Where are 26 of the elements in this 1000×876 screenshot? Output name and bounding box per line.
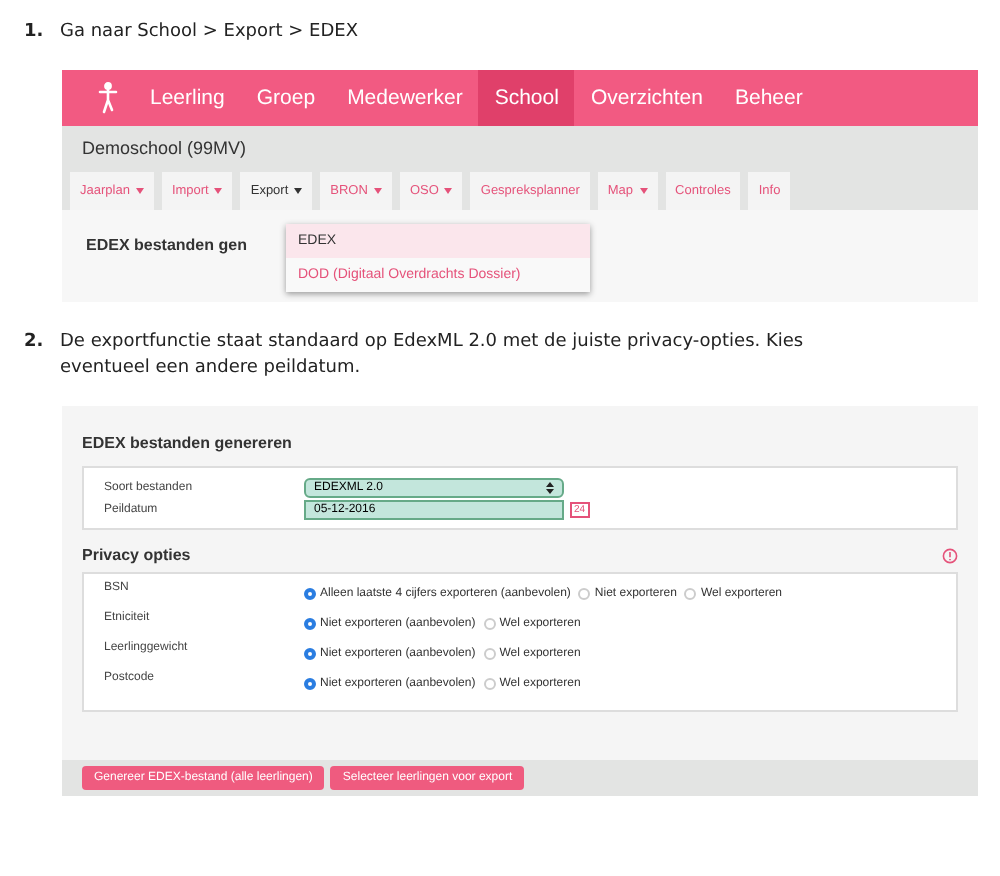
- nav-tab[interactable]: Groep: [240, 70, 332, 126]
- step-text: De exportfunctie staat standaard op EdexML 2.0 met de juiste privacy-opties. Kies eventueel een andere peildatum.: [60, 330, 806, 382]
- section-heading: EDEX bestanden gen: [86, 236, 247, 254]
- radio-button[interactable]: [483, 618, 496, 630]
- step-text: Ga naar School > Export > EDEX: [60, 20, 358, 46]
- school-name: Demoschool (99MV): [82, 138, 249, 158]
- section-heading: Privacy opties: [82, 546, 191, 564]
- radio-button[interactable]: [684, 588, 697, 600]
- radio-button[interactable]: [483, 648, 496, 660]
- form-title: EDEX bestanden genereren: [82, 434, 292, 452]
- radio-button[interactable]: [304, 588, 316, 600]
- info-icon[interactable]: [942, 547, 958, 563]
- nav-tab[interactable]: Beheer: [718, 70, 819, 126]
- nav-tab[interactable]: Leerling: [134, 70, 241, 126]
- nav-tab[interactable]: Medewerker: [331, 70, 479, 126]
- nav-tab[interactable]: Overzichten: [574, 70, 719, 126]
- radio-button[interactable]: [483, 678, 496, 690]
- radio-button[interactable]: [304, 618, 316, 630]
- select-arrows-icon: [546, 481, 554, 493]
- dancer-logo-icon: [98, 82, 118, 114]
- radio-button[interactable]: [304, 678, 316, 690]
- step-number: 1.: [24, 20, 44, 46]
- radio-button[interactable]: [578, 588, 591, 600]
- step-number: 2.: [24, 330, 44, 356]
- nav-tab[interactable]: School: [478, 70, 575, 126]
- radio-button[interactable]: [304, 648, 316, 660]
